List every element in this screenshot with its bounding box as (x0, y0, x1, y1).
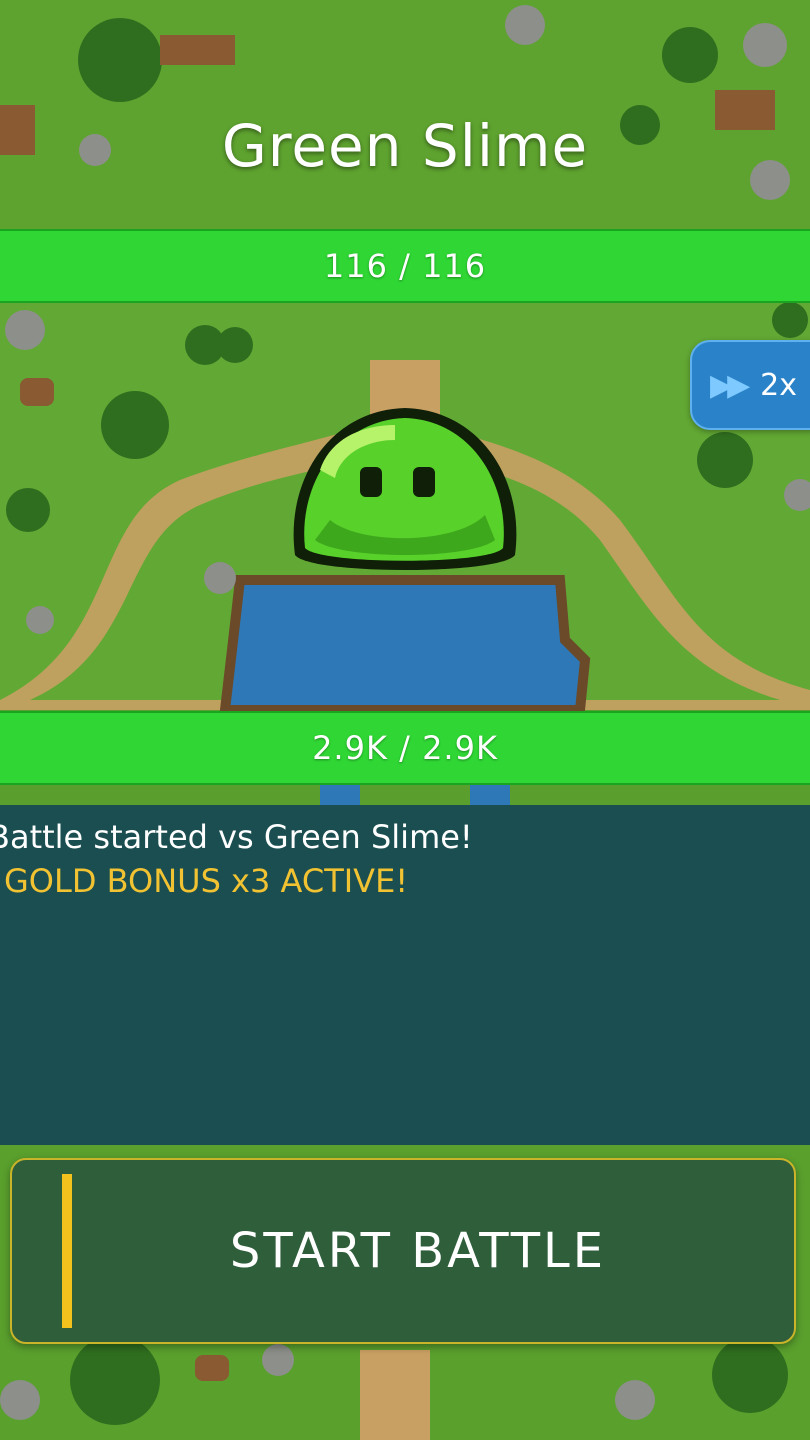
speed-label: 2x (760, 367, 797, 403)
player-health-text: 2.9K / 2.9K (312, 729, 498, 767)
start-battle-button[interactable]: START BATTLE (10, 1158, 796, 1344)
player-health-bar: 2.9K / 2.9K (0, 711, 810, 785)
fast-forward-icon: ▶▶ (710, 367, 750, 403)
enemy-name: Green Slime (221, 112, 589, 180)
log-line: GOLD BONUS x3 ACTIVE! (4, 862, 409, 900)
log-line: Battle started vs Green Slime! (0, 818, 473, 856)
speed-toggle-button[interactable]: ▶▶ 2x (690, 340, 810, 430)
enemy-health-text: 116 / 116 (323, 247, 487, 285)
button-accent-stripe (62, 1174, 72, 1328)
battle-log: Battle started vs Green Slime! GOLD BONU… (0, 805, 810, 1145)
start-battle-label: START BATTLE (229, 1223, 607, 1279)
enemy-health-bar: 116 / 116 (0, 229, 810, 303)
